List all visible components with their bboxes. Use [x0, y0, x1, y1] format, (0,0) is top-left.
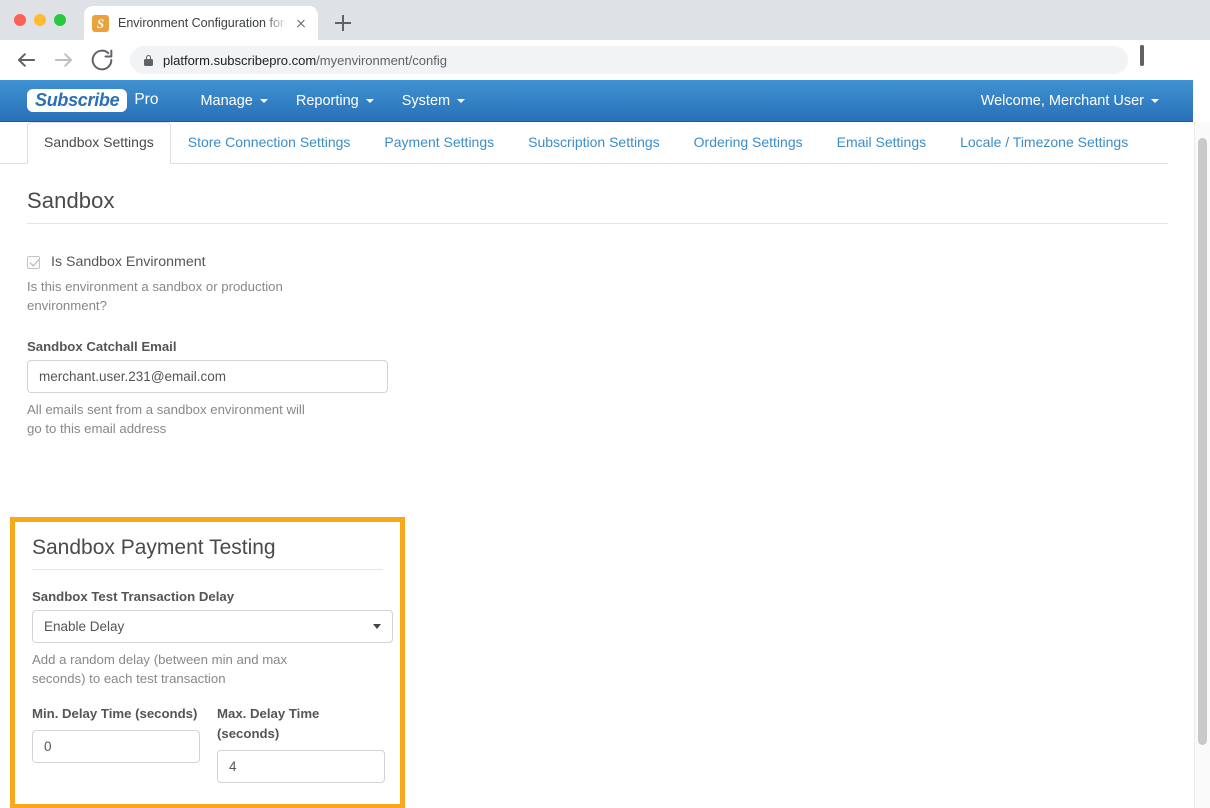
- catchall-email-field[interactable]: merchant.user.231@email.com: [27, 360, 388, 394]
- is-sandbox-environment-checkbox[interactable]: [27, 255, 40, 269]
- settings-tab-strip: Sandbox Settings Store Connection Settin…: [0, 122, 1168, 164]
- tab-payment-settings[interactable]: Payment Settings: [367, 122, 511, 164]
- new-tab-button[interactable]: [332, 12, 354, 34]
- chevron-down-icon: [259, 98, 268, 103]
- catchall-email-group: Sandbox Catchall Email merchant.user.231…: [27, 339, 1168, 438]
- browser-tab-title: Environment Configuration for: [118, 16, 285, 30]
- is-sandbox-environment-label: Is Sandbox Environment: [51, 254, 206, 270]
- max-delay-group: Max. Delay Time (seconds) 4: [217, 704, 385, 783]
- page-title: Sandbox: [27, 188, 115, 213]
- panel-divider: [32, 569, 383, 570]
- min-delay-label: Min. Delay Time (seconds): [32, 706, 198, 722]
- window-controls: [14, 14, 66, 26]
- nav-item-manage[interactable]: Manage: [186, 80, 281, 122]
- tab-locale-timezone-settings[interactable]: Locale / Timezone Settings: [943, 122, 1145, 164]
- transaction-delay-value: Enable Delay: [44, 619, 125, 634]
- is-sandbox-environment-row[interactable]: Is Sandbox Environment: [27, 254, 1168, 270]
- url-host: platform.subscribepro.com: [163, 52, 317, 68]
- max-delay-label: Max. Delay Time (seconds): [217, 706, 320, 742]
- user-menu-label: Welcome, Merchant User: [980, 92, 1144, 109]
- is-sandbox-environment-help: Is this environment a sandbox or product…: [27, 279, 283, 314]
- url-path: /myenvironment/config: [316, 52, 447, 68]
- settings-content: Sandbox Is Sandbox Environment Is this e…: [0, 164, 1195, 439]
- app-navbar: Subscribe Pro Manage Reporting System We…: [0, 80, 1193, 122]
- subscribepro-favicon-icon: S: [92, 14, 109, 32]
- nav-item-reporting[interactable]: Reporting: [282, 80, 388, 122]
- forward-button[interactable]: [50, 46, 78, 74]
- close-tab-icon[interactable]: [292, 14, 310, 32]
- lock-icon: [144, 54, 153, 66]
- close-window-button[interactable]: [14, 14, 26, 26]
- maximize-window-button[interactable]: [54, 14, 66, 26]
- section-divider: [27, 223, 1168, 224]
- delay-time-fields: Min. Delay Time (seconds) 0 Max. Delay T…: [32, 704, 385, 783]
- reload-button[interactable]: [88, 46, 116, 74]
- chevron-down-icon: [373, 624, 381, 629]
- max-delay-input[interactable]: 4: [217, 749, 385, 783]
- min-delay-input[interactable]: 0: [32, 730, 200, 764]
- tab-sandbox-settings[interactable]: Sandbox Settings: [27, 122, 171, 164]
- nav-item-manage-label: Manage: [200, 92, 253, 109]
- page-scrollbar[interactable]: [1194, 122, 1210, 808]
- catchall-email-help: All emails sent from a sandbox environme…: [27, 402, 305, 437]
- browser-title-bar: S Environment Configuration for: [0, 0, 1210, 40]
- update-arrow-icon[interactable]: [1172, 47, 1198, 73]
- tab-ordering-settings[interactable]: Ordering Settings: [677, 122, 820, 164]
- chevron-down-icon: [457, 98, 466, 103]
- nav-item-system[interactable]: System: [388, 80, 479, 122]
- browser-tab[interactable]: S Environment Configuration for: [84, 6, 318, 40]
- sandbox-section: Sandbox Is Sandbox Environment Is this e…: [27, 164, 1168, 439]
- user-menu[interactable]: Welcome, Merchant User: [967, 80, 1173, 122]
- brand-suffix: Pro: [134, 91, 159, 109]
- browser-toolbar: platform.subscribepro.com/myenvironment/…: [0, 40, 1210, 80]
- sandbox-payment-testing-panel: Sandbox Payment Testing Sandbox Test Tra…: [10, 517, 405, 808]
- nav-item-system-label: System: [401, 92, 451, 109]
- tab-email-settings[interactable]: Email Settings: [820, 122, 943, 164]
- chevron-down-icon: [1151, 98, 1159, 103]
- address-bar[interactable]: platform.subscribepro.com/myenvironment/…: [130, 46, 1128, 74]
- transaction-delay-help: Add a random delay (between min and max …: [32, 652, 288, 687]
- sandbox-payment-testing-title: Sandbox Payment Testing: [32, 536, 276, 559]
- scrollbar-thumb[interactable]: [1198, 138, 1207, 745]
- chevron-down-icon: [365, 98, 374, 103]
- clipboard-extension-icon[interactable]: [1140, 45, 1166, 73]
- transaction-delay-label: Sandbox Test Transaction Delay: [32, 589, 235, 604]
- page-viewport: Subscribe Pro Manage Reporting System We…: [0, 80, 1210, 808]
- tab-subscription-settings[interactable]: Subscription Settings: [511, 122, 677, 164]
- back-button[interactable]: [12, 46, 40, 74]
- minimize-window-button[interactable]: [34, 14, 46, 26]
- nav-item-reporting-label: Reporting: [295, 92, 359, 109]
- catchall-email-label: Sandbox Catchall Email: [27, 339, 177, 355]
- transaction-delay-select[interactable]: Enable Delay: [32, 610, 393, 643]
- tab-store-connection-settings[interactable]: Store Connection Settings: [171, 122, 368, 164]
- min-delay-group: Min. Delay Time (seconds) 0: [32, 704, 200, 783]
- brand-name: Subscribe: [27, 88, 128, 113]
- subscribepro-logo[interactable]: Subscribe Pro: [27, 88, 159, 113]
